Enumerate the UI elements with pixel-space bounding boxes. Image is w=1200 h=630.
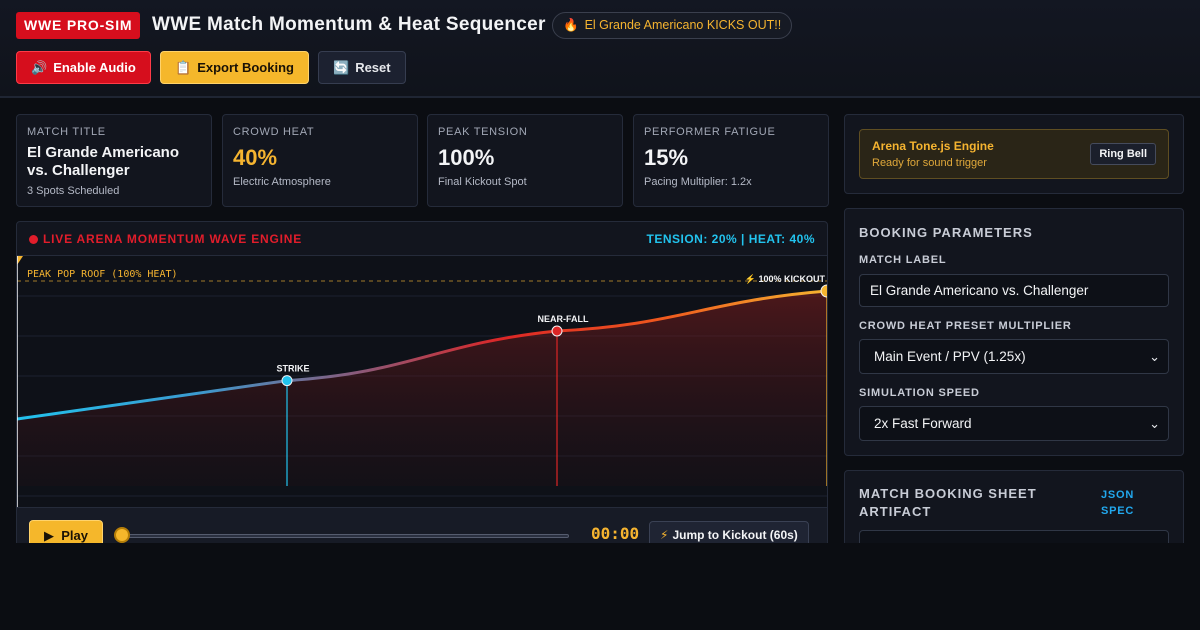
fire-icon: 🔥	[563, 18, 579, 32]
engine-subtitle: Ready for sound trigger	[872, 157, 987, 169]
export-booking-button[interactable]: 📋 Export Booking	[160, 51, 309, 84]
page-bottom	[0, 543, 1200, 630]
audio-engine-card: Arena Tone.js Engine Ready for sound tri…	[844, 114, 1184, 194]
stat-value: El Grande Americano vs. Challenger	[27, 144, 179, 179]
timer-readout: 00:00	[591, 524, 640, 543]
stat-card-crowd-heat: CROWD HEAT 40% Electric Atmosphere	[222, 114, 418, 207]
engine-title: Arena Tone.js Engine	[872, 139, 994, 153]
artifact-title: MATCH BOOKING SHEET ARTIFACT	[859, 486, 1037, 519]
status-badge: 🔥 El Grande Americano KICKS OUT!!	[552, 12, 793, 39]
lightning-icon: ⚡	[660, 528, 669, 542]
speaker-icon: 🔊	[31, 60, 48, 75]
stat-card-match-title: MATCH TITLE El Grande Americano vs. Chal…	[16, 114, 212, 207]
heat-preset-select[interactable]: Main Event / PPV (1.25x) ⌄	[859, 339, 1169, 374]
enable-audio-button[interactable]: 🔊 Enable Audio	[16, 51, 151, 84]
timeline-slider[interactable]	[119, 534, 569, 538]
stat-sub: Pacing Multiplier: 1.2x	[644, 176, 752, 188]
chevron-down-icon: ⌄	[1149, 349, 1160, 364]
jump-label: Jump to Kickout (60s)	[672, 528, 798, 542]
play-label: Play	[61, 528, 88, 543]
wave-title: LIVE ARENA MOMENTUM WAVE ENGINE	[43, 232, 303, 246]
brand-logo: WWE PRO-SIM	[16, 12, 141, 39]
stat-sub: Electric Atmosphere	[233, 176, 331, 188]
ring-bell-button[interactable]: Ring Bell	[1090, 143, 1156, 165]
spot-label: STRIKE	[276, 364, 309, 374]
booking-parameters-panel: BOOKING PARAMETERS MATCH LABEL El Grande…	[844, 208, 1184, 456]
match-label-title: MATCH LABEL	[859, 254, 947, 266]
refresh-icon: 🔄	[333, 60, 350, 75]
stat-value: 100%	[438, 145, 495, 170]
params-title: BOOKING PARAMETERS	[859, 225, 1033, 240]
clipboard-icon: 📋	[175, 60, 192, 75]
momentum-wave-chart: PEAK POP ROOF (100% HEAT) STRIKE NEAR-FAL…	[17, 256, 827, 507]
tension-heat-readout: TENSION: 20% | HEAT: 40%	[646, 232, 815, 246]
momentum-wave-panel: LIVE ARENA MOMENTUM WAVE ENGINE TENSION:…	[16, 221, 828, 561]
stat-card-performer-fatigue: PERFORMER FATIGUE 15% Pacing Multiplier:…	[633, 114, 829, 207]
spot-point[interactable]	[551, 325, 563, 337]
wave-header: LIVE ARENA MOMENTUM WAVE ENGINE TENSION:…	[17, 222, 827, 256]
heat-preset-value: Main Event / PPV (1.25x)	[874, 349, 1026, 364]
stat-card-peak-tension: PEAK TENSION 100% Final Kickout Spot	[427, 114, 623, 207]
stat-label: PERFORMER FATIGUE	[644, 126, 776, 138]
spot-label: NEAR-FALL	[538, 314, 589, 324]
enable-audio-label: Enable Audio	[53, 60, 136, 75]
sim-speed-value: 2x Fast Forward	[874, 416, 972, 431]
audio-engine-status: Arena Tone.js Engine Ready for sound tri…	[859, 129, 1169, 179]
live-indicator-icon	[29, 235, 38, 244]
stat-label: CROWD HEAT	[233, 126, 315, 138]
chevron-down-icon: ⌄	[1149, 416, 1160, 431]
sim-speed-select[interactable]: 2x Fast Forward ⌄	[859, 406, 1169, 441]
stat-value: 40%	[233, 145, 278, 170]
reset-button[interactable]: 🔄 Reset	[318, 51, 406, 84]
spot-label: ⚡ 100% KICKOUT	[745, 273, 826, 285]
timeline-slider-handle[interactable]	[114, 527, 130, 543]
spot-point[interactable]	[281, 375, 293, 387]
peak-roof-label: PEAK POP ROOF (100% HEAT)	[27, 269, 178, 280]
stat-label: MATCH TITLE	[27, 126, 106, 138]
export-booking-label: Export Booking	[197, 60, 294, 75]
json-spec-link[interactable]: JSON SPEC	[1101, 487, 1161, 519]
stat-sub: 3 Spots Scheduled	[27, 185, 120, 197]
match-label-input[interactable]: El Grande Americano vs. Challenger	[859, 274, 1169, 307]
stat-sub: Final Kickout Spot	[438, 176, 527, 188]
stat-label: PEAK TENSION	[438, 126, 528, 138]
heat-preset-title: CROWD HEAT PRESET MULTIPLIER	[859, 320, 1072, 332]
page-title: WWE Match Momentum & Heat Sequencer	[152, 14, 546, 35]
reset-label: Reset	[355, 60, 391, 75]
stat-value: 15%	[644, 145, 689, 170]
play-icon: ▶	[44, 528, 54, 543]
status-text: El Grande Americano KICKS OUT!!	[584, 18, 782, 32]
app-header: WWE PRO-SIM WWE Match Momentum & Heat Se…	[0, 0, 1200, 98]
sim-speed-title: SIMULATION SPEED	[859, 387, 980, 399]
